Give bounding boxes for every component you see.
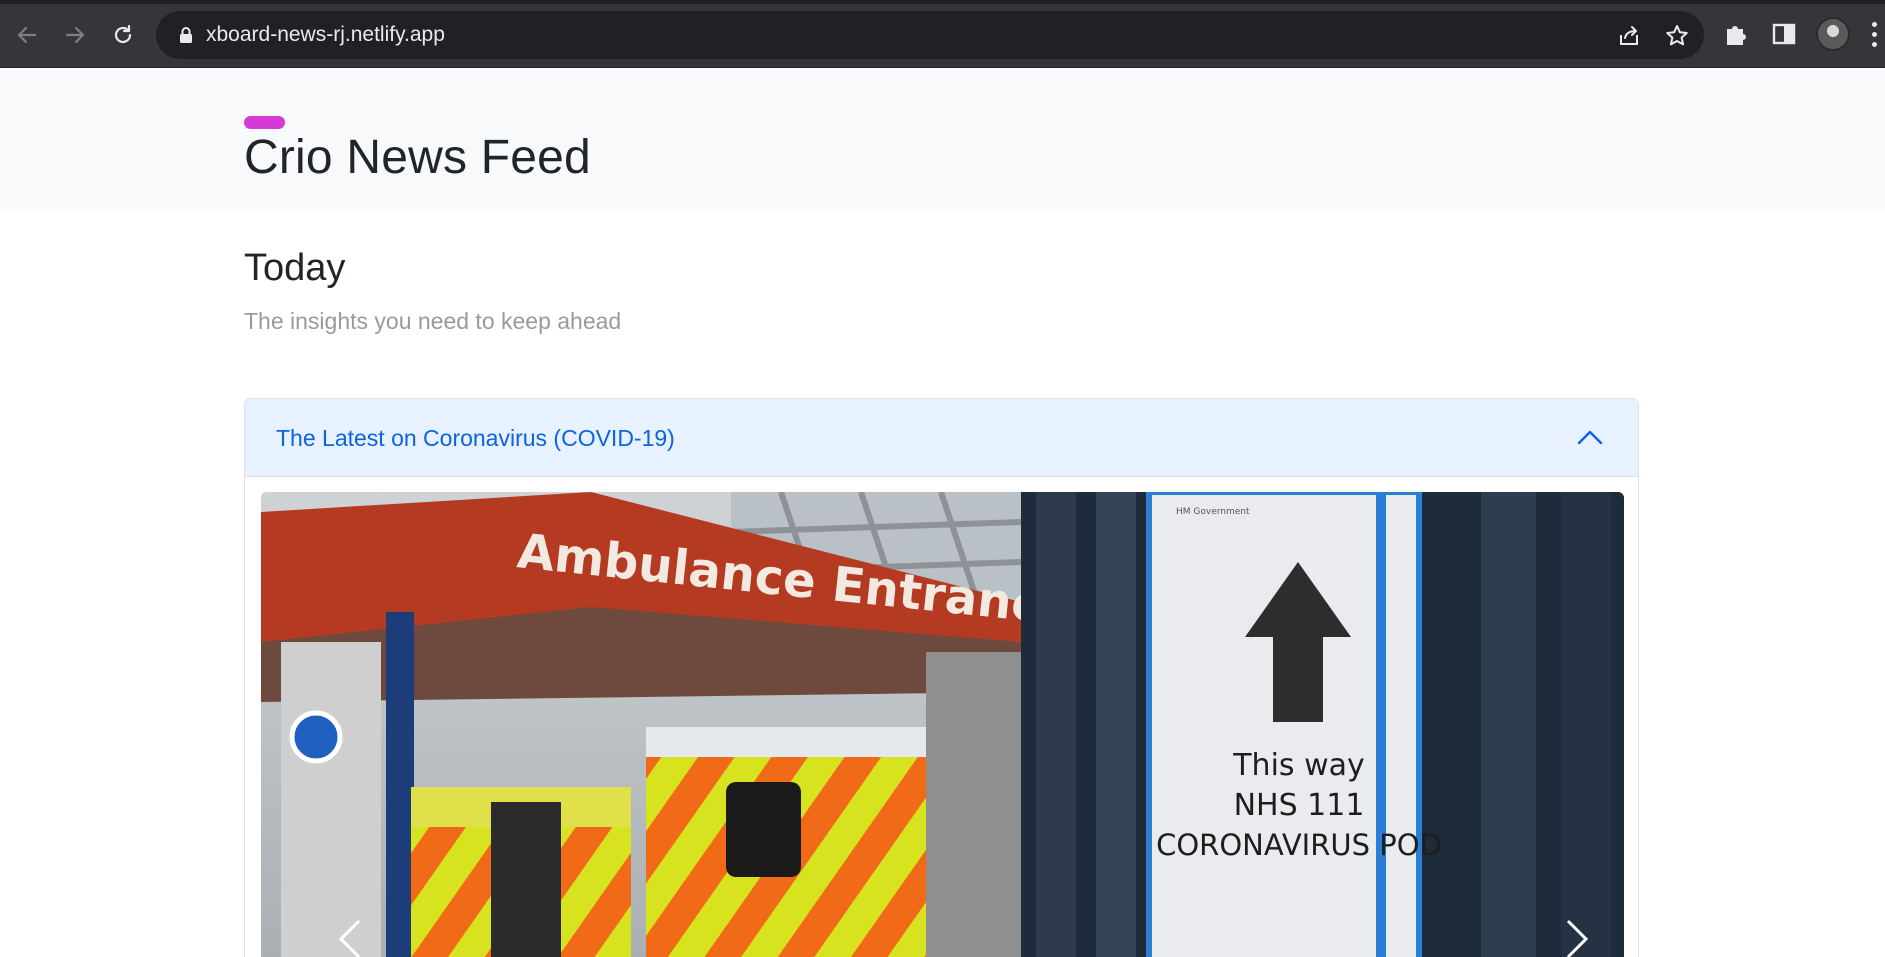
side-panel-icon[interactable] <box>1770 20 1798 48</box>
section-heading: Today <box>244 247 346 289</box>
site-title: Crio News Feed <box>244 131 591 184</box>
puzzle-icon[interactable] <box>1722 20 1750 48</box>
chevron-up-icon[interactable] <box>1576 426 1604 448</box>
poster-line-2: NHS 111 <box>1234 788 1365 823</box>
url-text[interactable]: xboard-news-rj.netlify.app <box>206 23 445 47</box>
accordion-header[interactable]: The Latest on Coronavirus (COVID-19) <box>245 399 1638 477</box>
arrow-left-icon <box>17 26 37 44</box>
poster-line-1: This way <box>1232 748 1365 783</box>
back-button[interactable] <box>10 18 44 52</box>
reload-icon <box>114 24 132 44</box>
brand-accent-bar <box>244 116 285 129</box>
reload-button[interactable] <box>106 18 140 52</box>
news-accordion: The Latest on Coronavirus (COVID-19) Amb… <box>244 398 1639 957</box>
carousel-slide-image: Ambulance Entrance HM Government This wa… <box>261 492 1624 957</box>
section-subheading: The insights you need to keep ahead <box>244 308 622 334</box>
accordion-title[interactable]: The Latest on Coronavirus (COVID-19) <box>276 425 675 452</box>
chevron-right-icon[interactable] <box>1554 917 1598 957</box>
kebab-menu-icon[interactable] <box>1872 22 1878 48</box>
poster-line-3: CORONAVIRUS POD <box>1156 828 1442 862</box>
arrow-right-icon <box>65 26 85 44</box>
tab-strip-edge <box>0 0 1885 4</box>
lock-icon <box>180 27 192 43</box>
address-bar[interactable]: xboard-news-rj.netlify.app <box>156 11 1704 59</box>
profile-avatar[interactable] <box>1816 17 1850 51</box>
poster-small-text: HM Government <box>1176 507 1250 517</box>
browser-toolbar: xboard-news-rj.netlify.app <box>0 0 1885 68</box>
forward-button[interactable] <box>58 18 92 52</box>
news-carousel: Ambulance Entrance HM Government This wa… <box>261 492 1624 957</box>
star-icon[interactable] <box>1664 23 1690 49</box>
chevron-left-icon[interactable] <box>329 917 373 957</box>
share-icon[interactable] <box>1616 23 1642 49</box>
